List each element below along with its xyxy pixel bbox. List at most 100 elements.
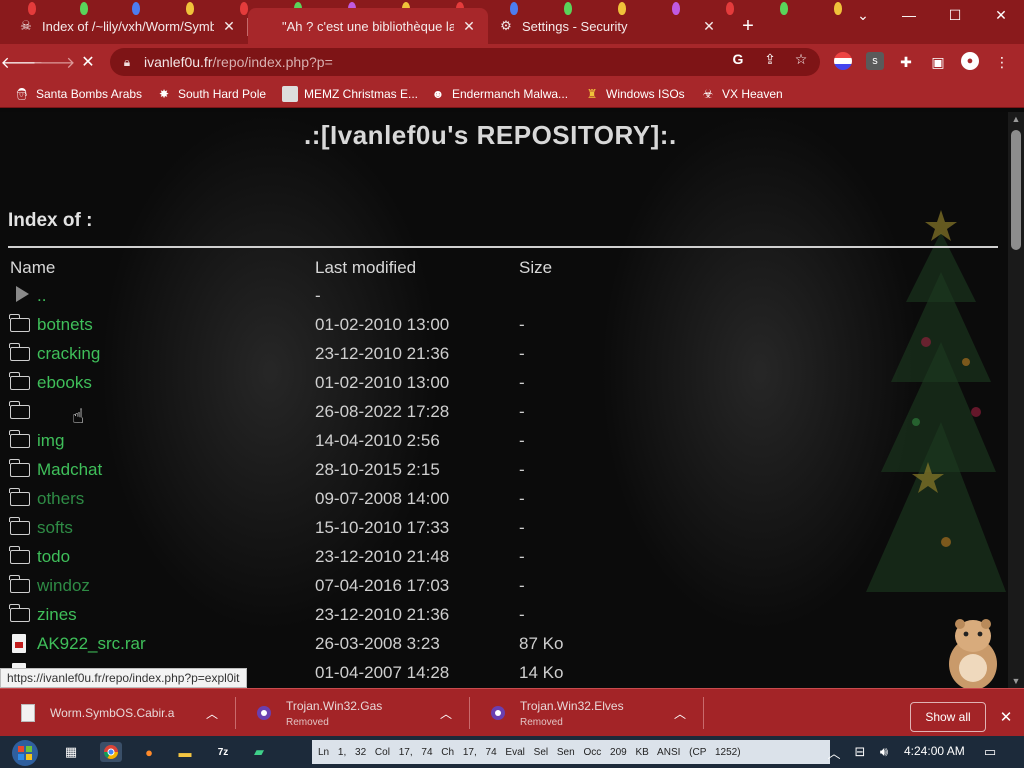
close-window-button[interactable]: ✕ — [978, 0, 1024, 30]
menu-dots-icon[interactable]: ⋮ — [991, 51, 1013, 73]
close-downloads-bar-icon[interactable]: ✕ — [996, 707, 1016, 727]
tab-settings-security[interactable]: ⚙ Settings - Security ✕ — [488, 8, 728, 44]
download-item-gas[interactable]: Trojan.Win32.Gas Removed ︿ — [236, 689, 468, 737]
bookmark-santa-bombs-arabs[interactable]: 🎅︎ Santa Bombs Arabs — [14, 84, 142, 104]
action-center-icon[interactable]: ▭ — [982, 744, 998, 760]
firefox-taskbar-icon[interactable]: ● — [138, 742, 160, 762]
close-tab-icon[interactable]: ✕ — [460, 17, 478, 35]
profile-avatar-icon[interactable]: ● — [961, 52, 979, 70]
task-view-icon[interactable]: ▦ — [60, 742, 82, 762]
flag-extension-icon[interactable] — [834, 52, 852, 70]
show-all-downloads-button[interactable]: Show all — [910, 702, 986, 732]
download-item-cabir[interactable]: Worm.SymbOS.Cabir.a ︿ — [0, 689, 234, 737]
bookmark-vx-heaven[interactable]: ☣ VX Heaven — [700, 84, 783, 104]
download-name: Worm.SymbOS.Cabir.a — [50, 706, 175, 720]
folder-row: cracking 23-12-2010 21:36 - — [0, 342, 1008, 371]
bookmark-windows-isos[interactable]: ♜ Windows ISOs — [584, 84, 685, 104]
maximize-button[interactable]: ☐ — [932, 0, 978, 30]
download-name: Trojan.Win32.Gas — [286, 698, 383, 713]
lock-icon[interactable]: 🔒︎ — [120, 55, 134, 69]
new-tab-button[interactable]: + — [736, 14, 760, 38]
hamster-pet-decoration — [949, 619, 997, 688]
entry-link[interactable]: zines — [37, 605, 77, 625]
notepad-icon[interactable]: ▰ — [248, 742, 270, 762]
page-viewport: .:[Ivanlef0u's REPOSITORY]:. Index of : … — [0, 112, 1008, 688]
entry-link[interactable]: windoz — [37, 576, 90, 596]
folder-row: todo 23-12-2010 21:48 - — [0, 545, 1008, 574]
chrome-taskbar-icon[interactable] — [100, 742, 122, 762]
tab-index-of-symbos[interactable]: ☠ Index of /~lily/vxh/Worm/SymbOS ✕ — [8, 8, 248, 44]
folder-row: windoz 07-04-2016 17:03 - — [0, 574, 1008, 603]
entry-link[interactable]: cracking — [37, 344, 100, 364]
start-orb-icon[interactable] — [8, 738, 42, 768]
column-header-name[interactable]: Name — [10, 258, 55, 278]
entry-link[interactable]: ebooks — [37, 373, 92, 393]
minimize-button[interactable]: — — [886, 0, 932, 30]
address-bar[interactable]: 🔒︎ ivanlef0u.fr/repo/index.php?p= — [110, 48, 820, 76]
seven-zip-icon[interactable]: 7z — [212, 742, 234, 762]
entry-size: - — [519, 576, 525, 595]
entry-size: - — [519, 344, 525, 363]
scrollbar-thumb[interactable] — [1011, 130, 1021, 250]
entry-link[interactable]: softs — [37, 518, 73, 538]
column-header-last-modified[interactable]: Last modified — [315, 258, 416, 278]
download-separator — [703, 697, 704, 729]
chevron-up-icon[interactable]: ︿ — [202, 703, 222, 723]
modified-date: 01-04-2007 14:28 — [315, 663, 450, 682]
download-name: Trojan.Win32.Elves — [520, 698, 624, 713]
column-header-size[interactable]: Size — [519, 258, 552, 278]
scroll-down-arrow-icon[interactable]: ▼ — [1008, 674, 1024, 688]
entry-link[interactable]: AK922_src.rar — [37, 634, 146, 654]
bookmark-label: South Hard Pole — [178, 87, 267, 101]
bookmark-star-icon[interactable]: ☆ — [790, 48, 812, 70]
entry-link[interactable]: others — [37, 489, 84, 509]
modified-date: 28-10-2015 2:15 — [315, 460, 440, 479]
entry-link[interactable]: todo — [37, 547, 70, 567]
file-row: AK922_src.rar 26-03-2008 3:23 87 Ko — [0, 632, 1008, 661]
close-tab-icon[interactable]: ✕ — [220, 17, 238, 35]
chevron-up-icon[interactable]: ︿ — [670, 703, 690, 723]
url-path: /repo/index.php?p= — [212, 54, 333, 70]
entry-link[interactable]: img — [37, 431, 64, 451]
bookmark-label: Endermanch Malwa... — [452, 87, 569, 101]
forward-arrow-icon[interactable]: 🡒 — [33, 48, 76, 76]
entry-link[interactable]: botnets — [37, 315, 93, 335]
entry-size: 87 Ko — [519, 634, 564, 653]
puzzle-extensions-icon[interactable]: ✚ — [895, 51, 917, 73]
modified-date: 09-07-2008 14:00 — [315, 489, 450, 508]
network-icon[interactable]: ⊟ — [852, 744, 868, 760]
torch-icon: ♜ — [586, 87, 598, 101]
tab-bibliotheque[interactable]: "Ah ? c'est une bibliothèque la ? ✕ — [248, 8, 488, 44]
file-explorer-icon[interactable]: ▬ — [174, 742, 196, 762]
close-tab-icon[interactable]: ✕ — [700, 17, 718, 35]
chevron-up-icon[interactable]: ︿ — [436, 703, 456, 723]
entry-size: - — [519, 605, 525, 624]
s-extension-icon[interactable]: s — [866, 52, 884, 70]
bookmark-south-hard-pole[interactable]: ✸ South Hard Pole — [156, 84, 266, 104]
share-icon[interactable]: ⇪ — [759, 48, 781, 70]
folder-row: ebooks 01-02-2010 13:00 - — [0, 371, 1008, 400]
bookmark-memz-christmas[interactable]: MEMZ Christmas E... — [282, 84, 418, 104]
taskbar-clock[interactable]: 4:24:00 AM — [904, 744, 965, 758]
show-hidden-icons-icon[interactable]: ︿ — [826, 744, 842, 761]
scroll-up-arrow-icon[interactable]: ▲ — [1008, 112, 1024, 126]
parent-directory-link[interactable]: .. — [37, 286, 46, 306]
folder-row: others 09-07-2008 14:00 - — [0, 487, 1008, 516]
volume-icon[interactable]: 🔊︎ — [876, 744, 892, 760]
entry-size: - — [519, 373, 525, 392]
google-lens-icon[interactable]: G — [727, 48, 749, 70]
entry-link[interactable]: Madchat — [37, 460, 102, 480]
bookmark-endermanch-malware[interactable]: ☻ Endermanch Malwa... — [430, 84, 568, 104]
modified-date: 15-10-2010 17:33 — [315, 518, 450, 537]
stop-loading-icon[interactable]: ✕ — [74, 48, 102, 76]
download-item-elves[interactable]: Trojan.Win32.Elves Removed ︿ — [470, 689, 702, 737]
tab-search-chevron-icon[interactable]: ⌄ — [840, 0, 886, 30]
bookmark-label: MEMZ Christmas E... — [304, 87, 419, 101]
side-panel-icon[interactable]: ▣ — [927, 51, 949, 73]
modified-date: - — [315, 286, 321, 305]
page-scrollbar[interactable]: ▲ ▼ — [1008, 112, 1024, 688]
folder-icon — [9, 314, 32, 333]
url-text[interactable]: ivanlef0u.fr/repo/index.php?p= — [144, 54, 333, 70]
folder-icon — [9, 401, 32, 420]
modified-date: 01-02-2010 13:00 — [315, 315, 450, 334]
